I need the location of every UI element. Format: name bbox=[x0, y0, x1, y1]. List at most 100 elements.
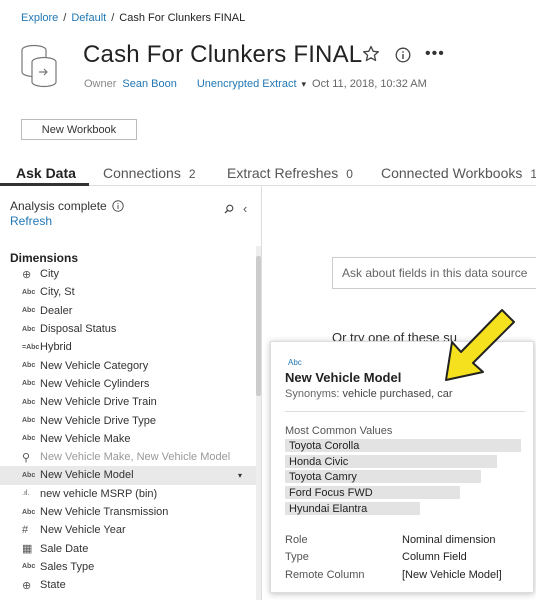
most-common-values-list: Toyota Corolla Honda Civic Toyota Camry For… bbox=[285, 438, 525, 516]
page-title: Cash For Clunkers FINAL bbox=[83, 41, 363, 68]
property-value: Nominal dimension bbox=[402, 533, 496, 546]
dimension-item-label: Sale Date bbox=[40, 542, 89, 555]
info-icon[interactable] bbox=[395, 47, 411, 63]
dimension-list: ⊕ City Abc City, St Abc Dealer Abc Disposal Sta… bbox=[0, 265, 256, 594]
common-value-row: Hyundai Elantra bbox=[285, 501, 525, 517]
sidebar-scrollbar[interactable] bbox=[256, 246, 261, 600]
callout-arrow-icon bbox=[445, 309, 515, 381]
dimension-item[interactable]: ⊕ State bbox=[0, 576, 256, 594]
dimensions-heading: Dimensions bbox=[10, 251, 79, 265]
abc-icon: Abc bbox=[22, 288, 36, 296]
info-icon[interactable] bbox=[112, 200, 124, 212]
abc-icon: Abc bbox=[22, 380, 36, 388]
chevron-down-icon[interactable]: ▾ bbox=[238, 471, 242, 480]
abc-icon: Abc bbox=[22, 435, 36, 443]
common-value-label: Hyundai Elantra bbox=[289, 502, 368, 515]
owner-link[interactable]: Sean Boon bbox=[122, 78, 176, 90]
dimension-item[interactable]: Abc New Vehicle Model ▾ bbox=[0, 466, 256, 485]
most-common-values-label: Most Common Values bbox=[285, 425, 393, 437]
field-type-abc-icon: Abc bbox=[288, 358, 302, 367]
tab-count: 2 bbox=[188, 167, 196, 181]
divider bbox=[285, 411, 525, 412]
tab-connections[interactable]: Connections 2 bbox=[103, 165, 196, 181]
owner-label: Owner bbox=[84, 78, 117, 90]
dimension-item[interactable]: Abc New Vehicle Make bbox=[0, 430, 256, 448]
dimension-item[interactable]: .ıl. new vehicle MSRP (bin) bbox=[0, 485, 256, 503]
field-properties: Role Nominal dimension Type Column Field Rem… bbox=[285, 531, 525, 584]
chevron-down-icon[interactable]: ▾ bbox=[302, 79, 307, 90]
dimension-item-label: New Vehicle Make, New Vehicle Model bbox=[40, 451, 231, 464]
abc-icon: Abc bbox=[22, 417, 36, 425]
breadcrumb-current: Cash For Clunkers FINAL bbox=[119, 12, 246, 24]
dimension-item[interactable]: Abc Disposal Status bbox=[0, 320, 256, 338]
hierarchy-icon: ⚲ bbox=[22, 451, 31, 464]
property-row: Type Column Field bbox=[285, 549, 525, 567]
property-row: Remote Column [New Vehicle Model] bbox=[285, 566, 525, 584]
refresh-link[interactable]: Refresh bbox=[10, 214, 52, 228]
tab-ask-data[interactable]: Ask Data bbox=[16, 165, 76, 181]
dimension-item[interactable]: Abc New Vehicle Drive Type bbox=[0, 411, 256, 429]
synonyms-value: vehicle purchased, car bbox=[342, 388, 453, 400]
property-value: Column Field bbox=[402, 551, 467, 564]
abc-icon: Abc bbox=[22, 325, 36, 333]
dimension-item[interactable]: Abc Sales Type bbox=[0, 558, 256, 576]
tab-count: 0 bbox=[346, 167, 353, 181]
globe-icon: ⊕ bbox=[22, 579, 32, 592]
property-value: [New Vehicle Model] bbox=[402, 568, 502, 581]
modified-date: Oct 11, 2018, 10:32 AM bbox=[312, 78, 427, 90]
dimension-item[interactable]: Abc New Vehicle Category bbox=[0, 356, 256, 374]
abc-icon: Abc bbox=[22, 563, 36, 571]
common-value-label: Toyota Corolla bbox=[289, 440, 360, 452]
dimension-item-label: New Vehicle Drive Train bbox=[40, 396, 157, 409]
tab-label: Ask Data bbox=[16, 165, 76, 181]
metadata-row: Owner Sean Boon Unencrypted Extract ▾ Oc… bbox=[84, 78, 427, 90]
scrollbar-thumb[interactable] bbox=[256, 256, 261, 396]
dimension-item-label: City, St bbox=[40, 286, 75, 299]
property-row: Role Nominal dimension bbox=[285, 531, 525, 549]
breadcrumb-default[interactable]: Default bbox=[71, 12, 106, 24]
dimension-item[interactable]: ⊕ City bbox=[0, 265, 256, 283]
field-name: New Vehicle Model bbox=[285, 370, 402, 385]
dimension-item[interactable]: ⚲ New Vehicle Make, New Vehicle Model bbox=[0, 448, 256, 466]
dimension-item[interactable]: Abc New Vehicle Transmission bbox=[0, 503, 256, 521]
dimension-item-label: new vehicle MSRP (bin) bbox=[40, 487, 158, 500]
tab-connected-workbooks[interactable]: Connected Workbooks 1 bbox=[381, 165, 536, 181]
dimension-item[interactable]: # New Vehicle Year bbox=[0, 521, 256, 539]
breadcrumb-explore[interactable]: Explore bbox=[21, 12, 58, 24]
dimension-item-label: New Vehicle Drive Type bbox=[40, 414, 156, 427]
extract-type-link[interactable]: Unencrypted Extract bbox=[197, 78, 297, 90]
tab-label: Connected Workbooks bbox=[381, 165, 523, 181]
common-value-label: Toyota Camry bbox=[289, 471, 357, 484]
dimension-item[interactable]: Abc New Vehicle Drive Train bbox=[0, 393, 256, 411]
fields-sidebar: Analysis complete Refresh ‹ Dimensions ⊕… bbox=[0, 186, 262, 600]
common-value-row: Toyota Corolla bbox=[285, 438, 525, 454]
dimension-item-label: Disposal Status bbox=[40, 323, 117, 336]
dimension-item[interactable]: Abc City, St bbox=[0, 283, 256, 301]
abc-icon: Abc bbox=[22, 398, 36, 406]
common-value-label: Honda Civic bbox=[289, 455, 349, 468]
dimension-item[interactable]: ▦ Sale Date bbox=[0, 539, 256, 557]
search-icon[interactable] bbox=[224, 204, 234, 214]
new-workbook-button[interactable]: New Workbook bbox=[21, 119, 137, 140]
dimension-item-label: New Vehicle Model bbox=[40, 469, 134, 482]
dimension-item[interactable]: Abc New Vehicle Cylinders bbox=[0, 375, 256, 393]
tab-extract-refreshes[interactable]: Extract Refreshes 0 bbox=[227, 165, 353, 181]
common-value-row: Honda Civic bbox=[285, 454, 525, 470]
more-actions-icon[interactable]: ••• bbox=[425, 46, 445, 62]
collapse-pane-icon[interactable]: ‹ bbox=[243, 201, 247, 216]
tab-count: 1 bbox=[530, 167, 536, 181]
abc-icon: Abc bbox=[22, 471, 36, 479]
number-icon: # bbox=[22, 524, 29, 537]
dimension-item-label: New Vehicle Category bbox=[40, 359, 149, 372]
analysis-status-text: Analysis complete bbox=[10, 199, 107, 213]
favorite-star-icon[interactable] bbox=[362, 45, 380, 63]
globe-icon: ⊕ bbox=[22, 268, 32, 281]
calendar-icon: ▦ bbox=[22, 543, 33, 556]
property-key: Remote Column bbox=[285, 568, 365, 581]
dimension-item[interactable]: Abc Dealer bbox=[0, 302, 256, 320]
dimension-item-label: Dealer bbox=[40, 304, 73, 317]
dimension-item[interactable]: =Abc Hybrid bbox=[0, 338, 256, 356]
tab-label: Connections bbox=[103, 165, 181, 181]
ask-data-input[interactable] bbox=[332, 257, 536, 289]
common-value-row: Toyota Camry bbox=[285, 469, 525, 485]
